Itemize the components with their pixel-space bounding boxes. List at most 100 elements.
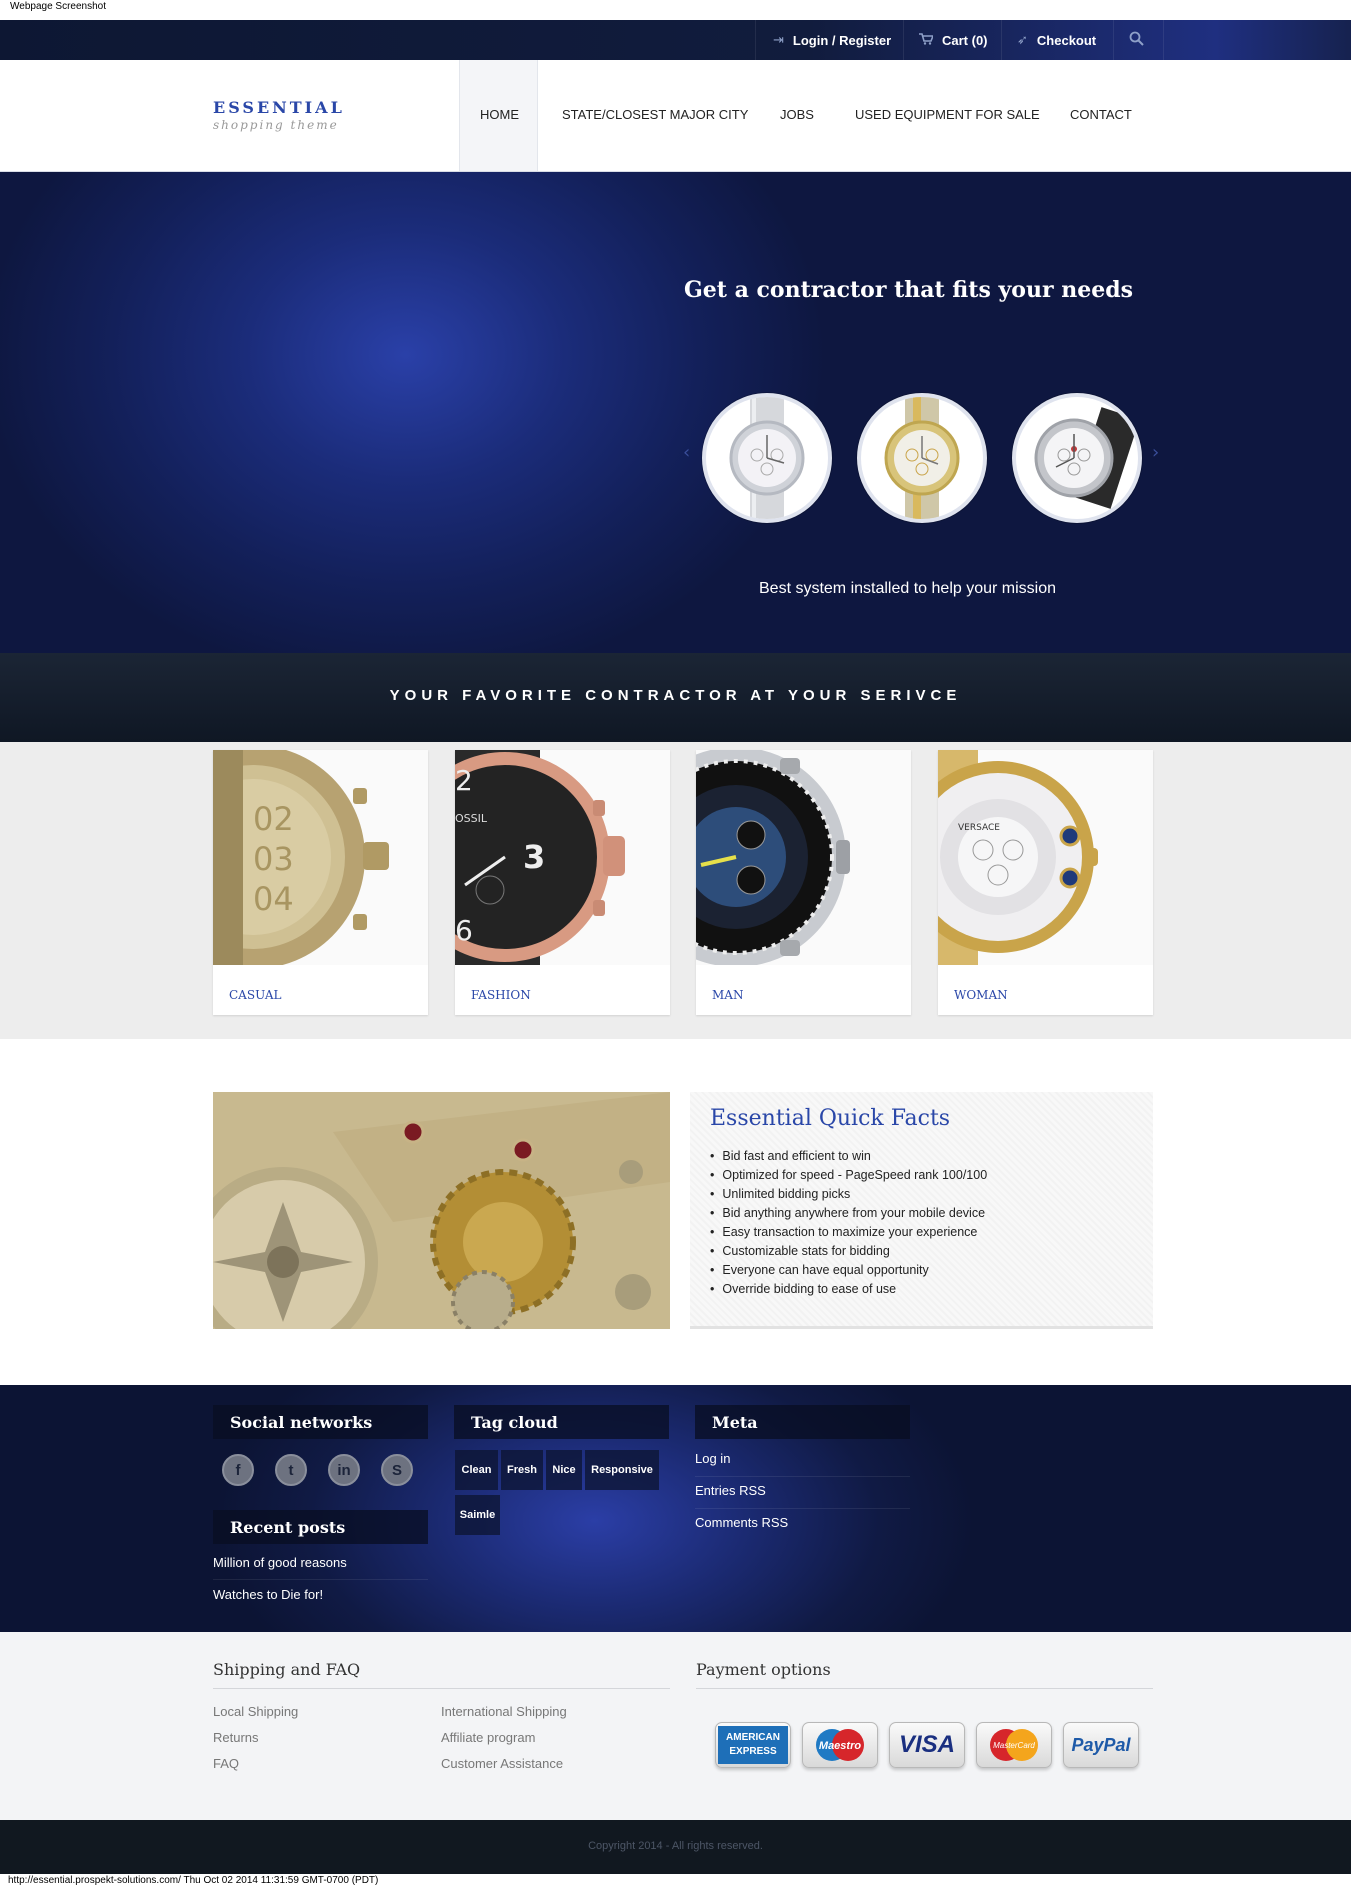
- hero-subtitle: Best system installed to help your missi…: [759, 580, 1057, 597]
- gears-image: [213, 1092, 670, 1329]
- visa-card: VISA: [889, 1722, 965, 1768]
- category-card-man[interactable]: MAN: [696, 750, 911, 1015]
- slide-watch-gold[interactable]: [857, 393, 987, 523]
- list-item: Optimized for speed - PageSpeed rank 100…: [710, 1168, 987, 1187]
- casual-watch-image: 02 03 04: [213, 750, 428, 965]
- social-networks-title: Social networks: [213, 1405, 428, 1439]
- banner-text: YOUR FAVORITE CONTRACTOR AT YOUR SERIVCE: [389, 687, 962, 704]
- svg-text:04: 04: [253, 880, 294, 918]
- link-customer-assistance[interactable]: Customer Assistance: [441, 1756, 563, 1771]
- svg-text:VERSACE: VERSACE: [958, 823, 1000, 833]
- tag-nice[interactable]: Nice: [546, 1450, 582, 1490]
- rocket-icon: ➶: [1017, 32, 1028, 47]
- nav-item-jobs[interactable]: JOBS: [780, 107, 814, 122]
- payment-options-title: Payment options: [696, 1660, 831, 1679]
- twitter-icon[interactable]: t: [275, 1454, 307, 1486]
- copyright-bar: Copyright 2014 - All rights reserved.: [0, 1820, 1351, 1874]
- cart-link[interactable]: Cart (0): [919, 20, 988, 60]
- nav-item-contact[interactable]: CONTACT: [1070, 107, 1132, 122]
- copyright-text: Copyright 2014 - All rights reserved.: [588, 1840, 763, 1852]
- facebook-icon[interactable]: f: [222, 1454, 254, 1486]
- recent-post-link[interactable]: Million of good reasons: [213, 1555, 347, 1570]
- nav-item-used-equipment[interactable]: USED EQUIPMENT FOR SALE: [855, 107, 1040, 122]
- login-icon: ⇥: [773, 32, 784, 47]
- link-returns[interactable]: Returns: [213, 1730, 259, 1745]
- checkout-link[interactable]: ➶ Checkout: [1017, 20, 1096, 60]
- tag-fresh[interactable]: Fresh: [501, 1450, 543, 1490]
- svg-text:2: 2: [455, 764, 473, 797]
- slide-watch-leather[interactable]: [1012, 393, 1142, 523]
- link-local-shipping[interactable]: Local Shipping: [213, 1704, 298, 1719]
- link-faq[interactable]: FAQ: [213, 1756, 239, 1771]
- paypal-card: PayPal: [1063, 1722, 1139, 1768]
- footer-widgets: Social networks f t in S Recent posts Mi…: [0, 1385, 1351, 1632]
- recent-posts-title: Recent posts: [213, 1510, 428, 1544]
- cart-label: Cart (0): [942, 32, 988, 48]
- fashion-watch-image: 2 OSSIL 3 6: [455, 750, 670, 965]
- list-item: Everyone can have equal opportunity: [710, 1263, 987, 1282]
- tag-saimle[interactable]: Saimle: [455, 1495, 500, 1535]
- search-button[interactable]: [1129, 20, 1144, 60]
- tag-clean[interactable]: Clean: [455, 1450, 498, 1490]
- maestro-label: Maestro: [819, 1740, 861, 1752]
- nav-item-state-city[interactable]: STATE/CLOSEST MAJOR CITY: [562, 107, 748, 122]
- link-affiliate-program[interactable]: Affiliate program: [441, 1730, 535, 1745]
- site-header: ESSENTIAL shopping theme HOME STATE/CLOS…: [0, 60, 1351, 172]
- tag-responsive[interactable]: Responsive: [585, 1450, 659, 1490]
- amex-line1: AMERICAN: [726, 1732, 780, 1743]
- list-item: Easy transaction to maximize your experi…: [710, 1225, 987, 1244]
- login-register-link[interactable]: ⇥ Login / Register: [773, 20, 891, 60]
- screenshot-caption: Webpage Screenshot: [0, 0, 1351, 20]
- linkedin-icon[interactable]: in: [328, 1454, 360, 1486]
- meta-title: Meta: [695, 1405, 910, 1439]
- meta-link-entries-rss[interactable]: Entries RSS: [695, 1483, 766, 1498]
- cart-icon: [919, 32, 935, 48]
- list-item: Bid fast and efficient to win: [710, 1149, 987, 1168]
- man-watch-image: [696, 750, 911, 965]
- recent-post-link[interactable]: Watches to Die for!: [213, 1587, 323, 1602]
- amex-card: AMERICAN EXPRESS: [715, 1722, 791, 1768]
- list-item: Customizable stats for bidding: [710, 1244, 987, 1263]
- list-item: Bid anything anywhere from your mobile d…: [710, 1206, 987, 1225]
- logo-tagline: shopping theme: [213, 118, 339, 132]
- quick-facts-panel: Essential Quick Facts Bid fast and effic…: [690, 1092, 1153, 1329]
- skype-icon[interactable]: S: [381, 1454, 413, 1486]
- slider-next-arrow[interactable]: ›: [1152, 442, 1159, 463]
- list-item: Unlimited bidding picks: [710, 1187, 987, 1206]
- svg-text:03: 03: [253, 840, 294, 878]
- shipping-faq-title: Shipping and FAQ: [213, 1660, 361, 1679]
- checkout-label: Checkout: [1036, 32, 1097, 48]
- category-card-casual[interactable]: 02 03 04 CASUAL: [213, 750, 428, 1015]
- category-card-fashion[interactable]: 2 OSSIL 3 6 FASHION: [455, 750, 670, 1015]
- quick-facts-title: Essential Quick Facts: [710, 1106, 951, 1131]
- visa-label: VISA: [898, 1731, 955, 1758]
- tag-cloud-title: Tag cloud: [454, 1405, 669, 1439]
- slider-prev-arrow[interactable]: ‹: [683, 442, 690, 463]
- svg-text:02: 02: [253, 800, 294, 838]
- list-item: Override bidding to ease of use: [710, 1282, 987, 1301]
- nav-item-home[interactable]: HOME: [480, 107, 519, 122]
- shipping-section: Shipping and FAQ Local Shipping Returns …: [0, 1632, 1351, 1820]
- category-label[interactable]: MAN: [712, 988, 743, 1002]
- svg-text:6: 6: [455, 914, 473, 947]
- category-label[interactable]: FASHION: [471, 988, 531, 1002]
- paypal-label: PayPal: [1071, 1734, 1131, 1755]
- category-card-woman[interactable]: VERSACE WOMAN: [938, 750, 1153, 1015]
- category-label[interactable]: CASUAL: [229, 988, 281, 1002]
- mastercard-label: MasterCard: [993, 1741, 1035, 1750]
- top-bar: ⇥ Login / Register Cart (0) ➶ Checkout: [0, 20, 1351, 60]
- screenshot-footer-caption: http://essential.prospekt-solutions.com/…: [0, 1874, 1351, 1889]
- amex-line2: EXPRESS: [729, 1746, 777, 1757]
- meta-link-comments-rss[interactable]: Comments RSS: [695, 1515, 788, 1530]
- quick-facts-list: Bid fast and efficient to win Optimized …: [710, 1149, 987, 1301]
- category-label[interactable]: WOMAN: [954, 988, 1008, 1002]
- logo-name[interactable]: ESSENTIAL: [213, 98, 345, 117]
- search-icon: [1129, 31, 1144, 49]
- slide-watch-silver[interactable]: [702, 393, 832, 523]
- meta-link-login[interactable]: Log in: [695, 1451, 730, 1466]
- hero-slider: Get a contractor that fits your needs ‹ …: [0, 172, 1351, 653]
- maestro-card: Maestro: [802, 1722, 878, 1768]
- mastercard-card: MasterCard: [976, 1722, 1052, 1768]
- link-international-shipping[interactable]: International Shipping: [441, 1704, 567, 1719]
- svg-text:3: 3: [523, 838, 545, 876]
